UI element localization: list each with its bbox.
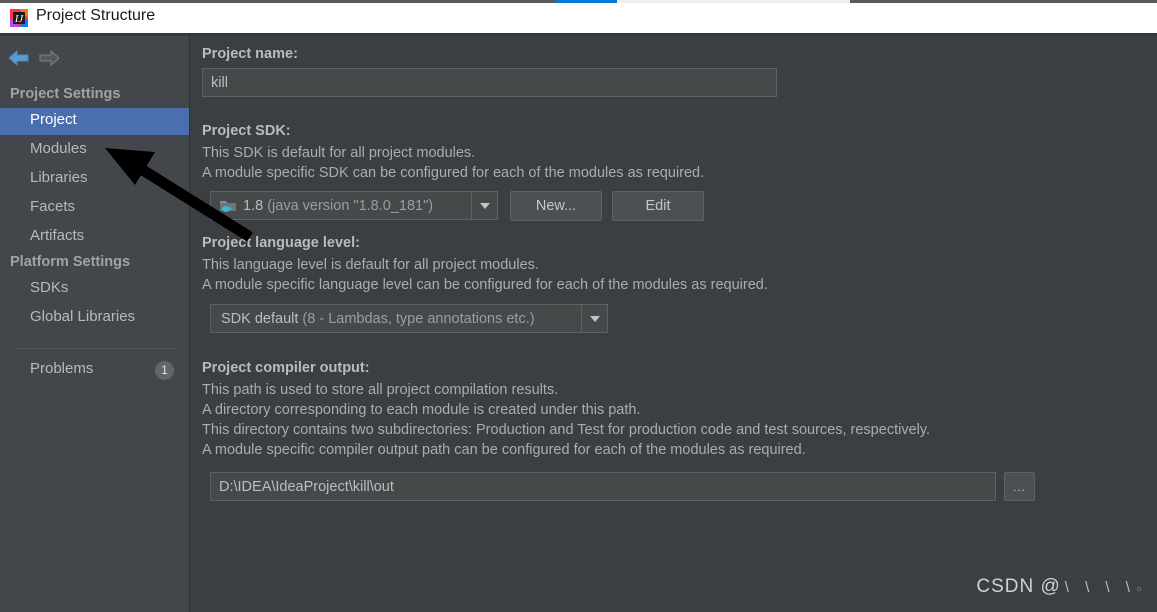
language-level-desc-line1: This language level is default for all p… xyxy=(202,257,539,273)
watermark-obscured: \ \ \ \ xyxy=(1064,579,1136,596)
sidebar-item-libraries[interactable]: Libraries xyxy=(0,166,189,193)
sidebar-item-artifacts[interactable]: Artifacts xyxy=(0,224,189,251)
compiler-output-browse-button[interactable]: ... xyxy=(1004,472,1035,501)
settings-sidebar: Project Settings Project Modules Librari… xyxy=(0,36,189,612)
project-name-input[interactable]: kill xyxy=(202,68,777,97)
window-titlebar: IJ Project Structure xyxy=(0,0,1157,36)
language-level-combobox[interactable]: SDK default (8 - Lambdas, type annotatio… xyxy=(210,304,608,333)
sdk-edit-button[interactable]: Edit xyxy=(612,191,704,221)
project-settings-panel: Project name: kill Project SDK: This SDK… xyxy=(190,36,1157,612)
compiler-output-desc-line4: A module specific compiler output path c… xyxy=(202,442,806,458)
language-level-name: SDK default xyxy=(221,310,299,327)
project-structure-dialog: IJ Project Structure Project Settings Pr… xyxy=(0,0,1157,612)
project-sdk-desc-line1: This SDK is default for all project modu… xyxy=(202,145,476,161)
compiler-output-desc-line2: A directory corresponding to each module… xyxy=(202,402,641,418)
sidebar-item-project[interactable]: Project xyxy=(0,108,189,135)
project-sdk-combobox[interactable]: 1.8 (java version "1.8.0_181") xyxy=(210,191,498,220)
arrow-left-icon[interactable] xyxy=(6,47,32,69)
compiler-output-path-value: D:\IDEA\IdeaProject\kill\out xyxy=(219,478,394,495)
window-title: Project Structure xyxy=(36,7,156,24)
arrow-right-icon[interactable] xyxy=(36,47,62,69)
csdn-watermark: CSDN @ \ \ \ \○ xyxy=(976,576,1143,598)
compiler-output-desc-line1: This path is used to store all project c… xyxy=(202,382,559,398)
titlebar-active-indicator xyxy=(555,0,617,3)
svg-text:IJ: IJ xyxy=(14,13,25,25)
compiler-output-label: Project compiler output: xyxy=(202,360,370,376)
sidebar-item-modules[interactable]: Modules xyxy=(0,137,189,164)
chevron-down-icon[interactable] xyxy=(581,305,607,332)
compiler-output-path-input[interactable]: D:\IDEA\IdeaProject\kill\out xyxy=(210,472,996,501)
intellij-idea-logo-icon: IJ xyxy=(10,9,28,27)
project-name-label: Project name: xyxy=(202,46,298,62)
watermark-text: CSDN @ xyxy=(976,576,1061,597)
sidebar-item-label: Libraries xyxy=(30,169,88,186)
sidebar-item-label: Problems xyxy=(30,360,94,377)
sidebar-item-label: Facets xyxy=(30,198,76,215)
sidebar-item-label: Global Libraries xyxy=(30,308,136,325)
sidebar-item-facets[interactable]: Facets xyxy=(0,195,189,222)
sidebar-group-platform-settings: Platform Settings xyxy=(10,254,131,270)
project-sdk-value: 1.8 (java version "1.8.0_181") xyxy=(243,198,433,214)
language-level-value: SDK default (8 - Lambdas, type annotatio… xyxy=(221,311,535,327)
sdk-new-button[interactable]: New... xyxy=(510,191,602,221)
project-sdk-label: Project SDK: xyxy=(202,123,291,139)
problems-count-badge: 1 xyxy=(155,361,174,380)
language-level-detail: (8 - Lambdas, type annotations etc.) xyxy=(302,310,535,327)
sidebar-item-label: Project xyxy=(30,111,77,128)
sidebar-item-problems[interactable]: Problems 1 xyxy=(0,357,189,384)
project-sdk-detail: (java version "1.8.0_181") xyxy=(267,197,434,214)
language-level-desc-line2: A module specific language level can be … xyxy=(202,277,768,293)
navigation-toolbar xyxy=(0,44,189,72)
compiler-output-desc-line3: This directory contains two subdirectori… xyxy=(202,422,931,438)
language-level-label: Project language level: xyxy=(202,235,360,251)
java-sdk-folder-icon xyxy=(219,198,237,214)
sidebar-item-sdks[interactable]: SDKs xyxy=(0,276,189,303)
project-sdk-name: 1.8 xyxy=(243,197,264,214)
sidebar-group-project-settings: Project Settings xyxy=(10,86,121,102)
sidebar-item-global-libraries[interactable]: Global Libraries xyxy=(0,305,189,332)
sidebar-item-label: Modules xyxy=(30,140,87,157)
watermark-trailing: ○ xyxy=(1135,584,1143,595)
chevron-down-icon[interactable] xyxy=(471,192,497,219)
project-name-value: kill xyxy=(211,74,228,91)
project-sdk-desc-line2: A module specific SDK can be configured … xyxy=(202,165,705,181)
sidebar-separator xyxy=(16,348,176,349)
sidebar-item-label: Artifacts xyxy=(30,227,85,244)
sidebar-item-label: SDKs xyxy=(30,279,69,296)
